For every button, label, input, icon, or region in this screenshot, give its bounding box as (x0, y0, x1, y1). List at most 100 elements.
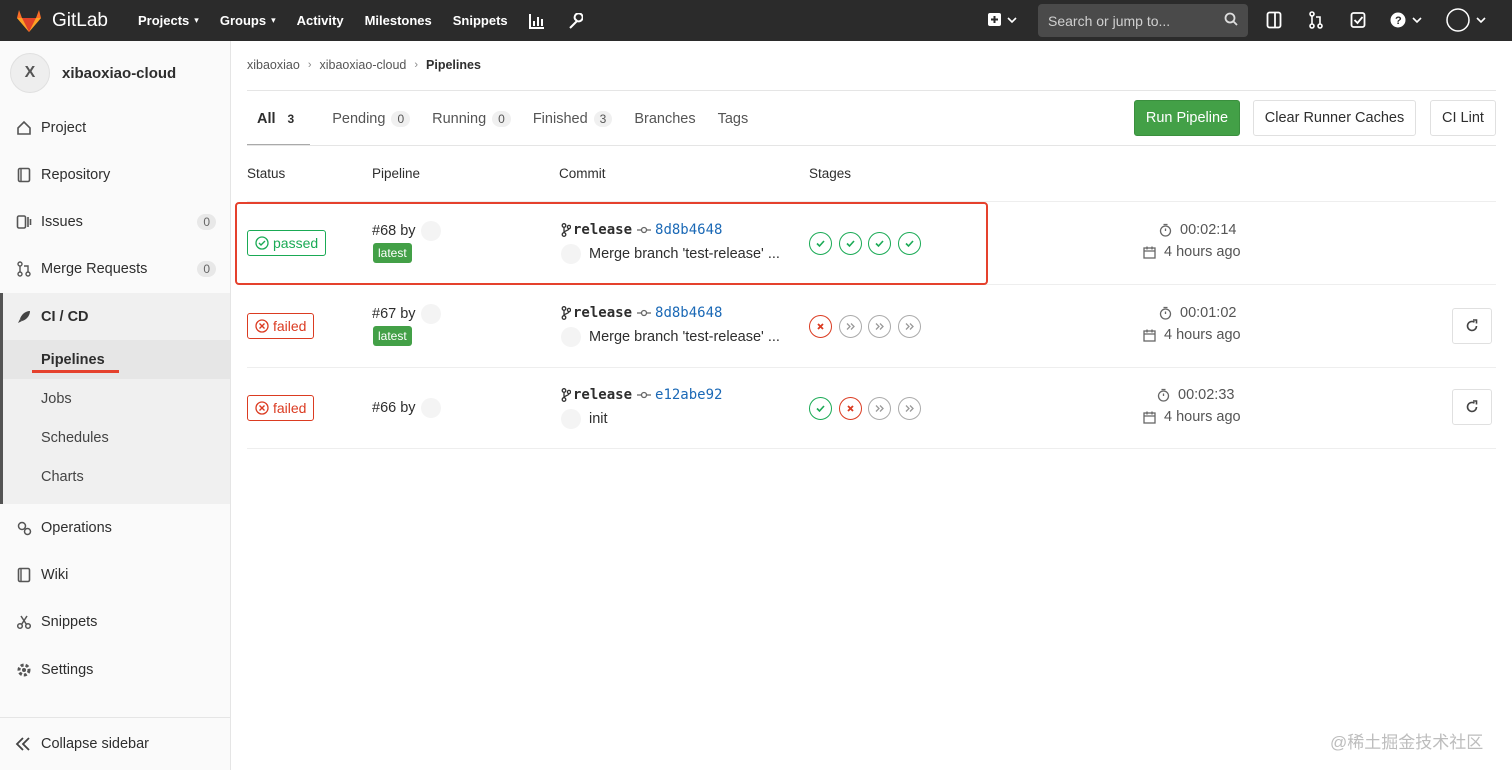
tab-label: Finished (532, 110, 588, 127)
stage-skipped-icon[interactable] (897, 397, 921, 420)
sidebar-item-label: CI / CD (41, 309, 89, 325)
tab-finished[interactable]: Finished 3 (533, 92, 613, 145)
commit-title-link[interactable]: init (589, 411, 608, 427)
avatar (420, 304, 441, 324)
duration-value: 00:02:14 (1180, 222, 1237, 238)
retry-button[interactable] (1452, 308, 1492, 344)
status-label: failed (273, 318, 307, 334)
help-icon[interactable]: ? (1390, 11, 1424, 34)
tab-label: Pending (332, 110, 386, 127)
tab-label: Branches (634, 110, 696, 127)
commit-ref: release e12abe92 (561, 387, 722, 403)
column-header-commit: Commit (559, 166, 606, 181)
pipeline-id-link[interactable]: #67 by (372, 304, 441, 324)
breadcrumb-item-group[interactable]: xibaoxiao (247, 58, 300, 72)
commit-sha-link[interactable]: 8d8b4648 (655, 305, 722, 321)
todo-check-icon[interactable] (1350, 11, 1366, 34)
gear-icon (15, 662, 33, 678)
sidebar-project-header[interactable]: X xibaoxiao-cloud (10, 53, 176, 93)
active-subitem-background (3, 340, 230, 379)
tab-branches[interactable]: Branches (634, 92, 695, 145)
run-pipeline-button[interactable]: Run Pipeline (1134, 100, 1240, 136)
timer-icon (1157, 388, 1170, 402)
finished-value: 4 hours ago (1164, 244, 1241, 260)
sidebar-item-settings[interactable]: Settings (0, 650, 230, 690)
collapse-sidebar-label: Collapse sidebar (41, 736, 150, 752)
finished-time: 4 hours ago (1143, 409, 1241, 425)
sidebar-subitem-schedules[interactable]: Schedules (41, 430, 109, 446)
tab-pending[interactable]: Pending 0 (332, 92, 411, 145)
sidebar-subitem-jobs[interactable]: Jobs (41, 391, 72, 407)
tab-label: All (257, 110, 276, 127)
breadcrumb-item-current[interactable]: Pipelines (426, 58, 481, 72)
sidebar-item-wiki[interactable]: Wiki (0, 555, 230, 595)
user-avatar-icon[interactable] (1446, 8, 1488, 39)
sidebar-item-issues[interactable]: Issues 0 (0, 202, 230, 242)
stages-row (809, 397, 927, 420)
project-name: xibaoxiao-cloud (62, 64, 177, 82)
todo-sidebar-icon[interactable] (1266, 11, 1282, 34)
branch-name[interactable]: release (573, 387, 632, 403)
stage-skipped-icon[interactable] (868, 397, 891, 420)
nav-projects[interactable]: Projects ▾ (138, 13, 199, 28)
sidebar-subitem-charts[interactable]: Charts (41, 469, 84, 485)
commit-message: Merge branch 'test-release' ... (561, 327, 780, 347)
stage-skipped-icon[interactable] (838, 315, 862, 338)
pipeline-id-link[interactable]: #66 by (372, 398, 441, 418)
tab-label: Tags (717, 110, 749, 127)
collapse-sidebar-button[interactable]: Collapse sidebar (0, 717, 230, 770)
column-header-status: Status (247, 166, 286, 181)
nav-milestones[interactable]: Milestones (365, 13, 432, 28)
branch-name[interactable]: release (573, 305, 632, 321)
new-item-plus-icon[interactable] (987, 11, 1017, 34)
tab-running[interactable]: Running 0 (432, 92, 511, 145)
chevron-right-icon: › (414, 59, 419, 71)
search-input[interactable]: Search or jump to... (1038, 4, 1248, 37)
commit-icon (637, 309, 652, 317)
branch-icon (561, 388, 571, 402)
stage-skipped-icon[interactable] (868, 315, 891, 338)
finished-value: 4 hours ago (1164, 327, 1241, 343)
status-badge[interactable]: failed (247, 395, 315, 421)
status-badge[interactable]: failed (247, 313, 315, 339)
breadcrumb-item-project[interactable]: xibaoxiao-cloud (320, 58, 407, 72)
sidebar-item-merge-requests[interactable]: Merge Requests 0 (0, 249, 230, 289)
nav-groups[interactable]: Groups ▾ (220, 13, 276, 28)
stage-skipped-icon[interactable] (897, 315, 921, 338)
timer-icon (1159, 223, 1172, 237)
avatar (561, 327, 581, 347)
commit-ref: release 8d8b4648 (561, 305, 722, 321)
scissors-icon (15, 614, 33, 630)
nav-activity[interactable]: Activity (297, 13, 344, 28)
merge-request-icon[interactable] (1308, 11, 1324, 34)
finished-time: 4 hours ago (1143, 327, 1241, 343)
gitlab-logo[interactable]: GitLab (16, 9, 108, 33)
clear-runner-caches-button[interactable]: Clear Runner Caches (1253, 100, 1416, 136)
tab-all[interactable]: All 3 (247, 92, 311, 146)
retry-button[interactable] (1452, 389, 1492, 425)
nav-snippets[interactable]: Snippets (453, 13, 508, 28)
stage-failed-icon[interactable] (809, 315, 832, 338)
wrench-icon[interactable] (567, 12, 583, 29)
sidebar-item-operations[interactable]: Operations (0, 508, 230, 548)
sidebar-item-label: Repository (41, 167, 111, 183)
cloud-gear-icon (15, 520, 33, 536)
sidebar-subitem-pipelines[interactable]: Pipelines (41, 352, 105, 368)
sidebar-item-label: Operations (41, 520, 112, 536)
rocket-icon (15, 309, 33, 325)
commit-title-link[interactable]: Merge branch 'test-release' ... (589, 329, 780, 345)
chart-icon[interactable] (528, 13, 545, 29)
sidebar-item-repository[interactable]: Repository (0, 155, 230, 195)
annotation-highlight-box (235, 202, 988, 285)
sidebar-item-snippets[interactable]: Snippets (0, 602, 230, 642)
book-icon (15, 167, 33, 183)
tab-tags[interactable]: Tags (718, 92, 749, 145)
ci-lint-button[interactable]: CI Lint (1430, 100, 1496, 136)
stage-failed-icon[interactable] (838, 397, 862, 420)
sidebar-item-project[interactable]: Project (0, 108, 230, 148)
commit-sha-link[interactable]: e12abe92 (655, 387, 722, 403)
stage-success-icon[interactable] (809, 397, 832, 420)
column-header-pipeline: Pipeline (372, 166, 421, 181)
timer-icon (1159, 306, 1172, 320)
sidebar-item-cicd[interactable]: CI / CD (0, 297, 230, 337)
